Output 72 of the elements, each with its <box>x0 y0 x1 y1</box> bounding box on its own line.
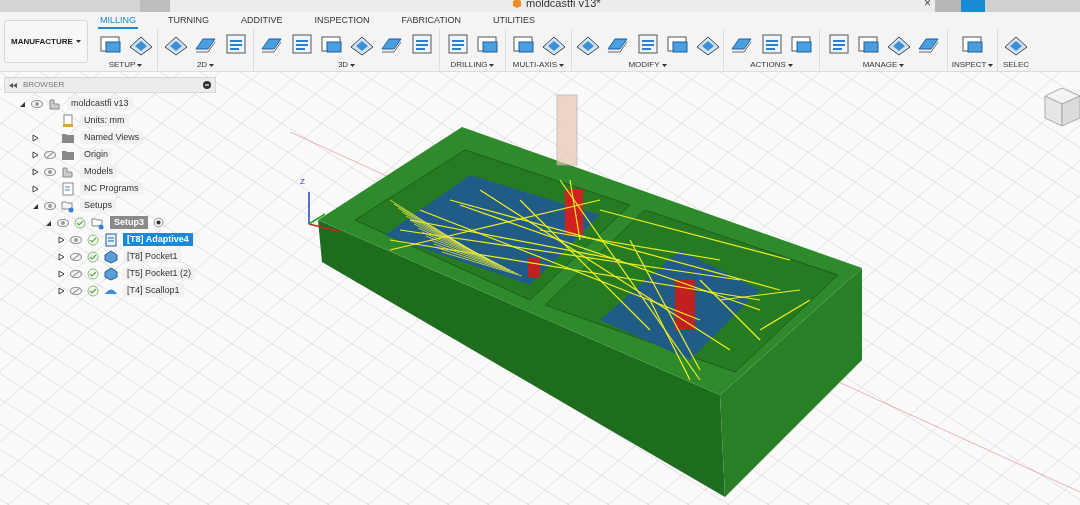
eye-crossed-icon[interactable] <box>44 150 56 159</box>
collapsed-arrow-icon[interactable] <box>31 167 39 176</box>
group-label[interactable]: INSPECT <box>951 59 987 71</box>
group-label[interactable]: MODIFY <box>628 59 660 71</box>
tree-item[interactable]: Setups <box>80 199 117 212</box>
group-label[interactable]: SELEC <box>1002 59 1030 71</box>
component-icon <box>61 164 75 179</box>
window-title: moldcastfi v13* <box>526 0 601 9</box>
pocket-icon <box>104 249 118 264</box>
tree-item[interactable]: Origin <box>80 148 112 161</box>
eye-icon[interactable] <box>70 235 82 244</box>
collapsed-arrow-icon[interactable] <box>31 150 39 159</box>
document-icon <box>48 96 62 111</box>
collapse-icon[interactable] <box>9 82 17 88</box>
collapsed-arrow-icon[interactable] <box>57 269 65 278</box>
group-label[interactable]: 3D <box>337 59 349 71</box>
nc-icon <box>61 181 75 196</box>
adaptive-icon <box>104 232 118 247</box>
tree-item[interactable]: NC Programs <box>80 182 143 195</box>
radio-dot-icon[interactable] <box>153 217 164 228</box>
collapsed-arrow-icon[interactable] <box>57 235 65 244</box>
units-icon <box>61 113 75 128</box>
setup-icon <box>91 215 105 230</box>
group-label[interactable]: 2D <box>196 59 208 71</box>
eye-icon[interactable] <box>44 201 56 210</box>
eye-crossed-icon[interactable] <box>70 286 82 295</box>
collapsed-arrow-icon[interactable] <box>57 252 65 261</box>
ribbon-tab[interactable]: FABRICATION <box>399 14 463 29</box>
group-label[interactable]: SETUP <box>108 59 136 71</box>
group-label[interactable]: DRILLING <box>450 59 488 71</box>
workspace-dropdown[interactable]: MANUFACTURE <box>4 20 88 63</box>
group-label[interactable]: MULTI-AXIS <box>512 59 558 71</box>
axis-label: Z <box>300 176 305 188</box>
caret-icon[interactable] <box>75 40 81 43</box>
tree-item[interactable]: moldcastfi v13 <box>67 97 133 110</box>
tree-item[interactable]: [T5] Pocket1 (2) <box>123 267 196 280</box>
box-icon <box>512 0 522 8</box>
tree-item[interactable]: Named Views <box>80 131 144 144</box>
eye-icon[interactable] <box>31 99 43 108</box>
ribbon-tab[interactable]: TURNING <box>166 14 211 29</box>
tree-item[interactable]: [T4] Scallop1 <box>123 284 184 297</box>
ribbon-tab[interactable]: MILLING <box>98 14 138 29</box>
eye-icon[interactable] <box>57 218 69 227</box>
eye-icon[interactable] <box>44 167 56 176</box>
caret-icon[interactable] <box>350 63 356 67</box>
caret-icon[interactable] <box>899 63 905 67</box>
tree-item[interactable]: [T8] Pocket1 <box>123 250 182 263</box>
caret-icon[interactable] <box>988 63 994 67</box>
ribbon-tab[interactable]: UTILITIES <box>490 14 537 29</box>
minus-circle-icon[interactable] <box>203 81 211 89</box>
caret-icon[interactable] <box>787 63 793 67</box>
browser-title: BROWSER <box>23 79 66 91</box>
group-label[interactable]: ACTIONS <box>750 59 786 71</box>
close-button[interactable]: × <box>924 0 931 9</box>
tree-item[interactable]: Units: mm <box>80 114 129 127</box>
caret-icon[interactable] <box>661 63 667 67</box>
eye-crossed-icon[interactable] <box>70 269 82 278</box>
collapsed-arrow-icon[interactable] <box>57 286 65 295</box>
ribbon-tab[interactable]: INSPECTION <box>312 14 372 29</box>
eye-crossed-icon[interactable] <box>70 252 82 261</box>
collapsed-arrow-icon[interactable] <box>31 133 39 142</box>
tree-item[interactable]: [T8] Adaptive4 <box>123 233 193 246</box>
collapsed-arrow-icon[interactable] <box>31 184 39 193</box>
setups-icon <box>61 198 75 213</box>
group-label[interactable]: MANAGE <box>862 59 898 71</box>
caret-icon[interactable] <box>209 63 215 67</box>
ribbon-tab[interactable]: ADDITIVE <box>239 14 285 29</box>
caret-icon[interactable] <box>559 63 565 67</box>
pocket-icon <box>104 266 118 281</box>
caret-icon[interactable] <box>489 63 495 67</box>
caret-icon[interactable] <box>137 63 143 67</box>
tree-item[interactable]: Models <box>80 165 117 178</box>
